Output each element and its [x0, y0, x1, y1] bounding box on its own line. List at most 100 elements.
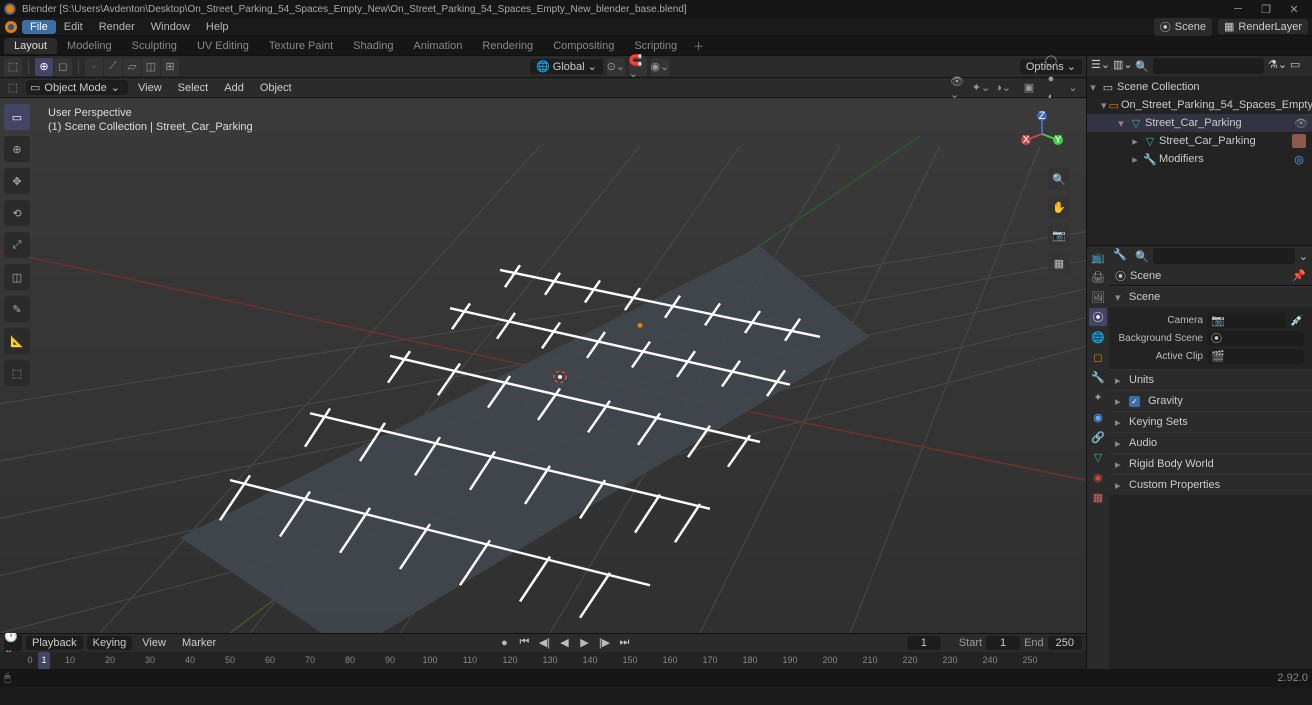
panel-scene[interactable]: ▾Scene	[1109, 287, 1312, 307]
shading-wireframe[interactable]: ◯	[1042, 52, 1060, 70]
gizmo-toggle[interactable]: ✦⌄	[972, 79, 990, 97]
prop-tab-texture[interactable]: ▦	[1089, 488, 1107, 506]
props-options-icon[interactable]: ⌄	[1299, 250, 1308, 263]
prop-tab-output[interactable]: 🖨	[1089, 268, 1107, 286]
editor-type-3dview[interactable]: ⬚	[4, 58, 22, 76]
workspace-rendering[interactable]: Rendering	[472, 38, 543, 54]
panel-audio[interactable]: ▸Audio	[1109, 433, 1312, 453]
close-button[interactable]: ✕	[1280, 0, 1308, 18]
prop-tab-particles[interactable]: ✦	[1089, 388, 1107, 406]
viewlayer-selector[interactable]: ▦ RenderLayer	[1218, 19, 1308, 34]
prop-tab-world[interactable]: 🌐	[1089, 328, 1107, 346]
object-menu[interactable]: Object	[254, 81, 298, 95]
mode-selector[interactable]: ▭ Object Mode ⌄	[26, 80, 128, 95]
breadcrumb-scene[interactable]: Scene	[1130, 270, 1161, 282]
workspace-add[interactable]: ＋	[687, 36, 710, 56]
add-cube-tool[interactable]: ⬚	[4, 360, 30, 386]
workspace-animation[interactable]: Animation	[404, 38, 473, 54]
add-menu[interactable]: Add	[218, 81, 250, 95]
play-reverse-icon[interactable]: ◀	[557, 635, 573, 651]
prop-tab-physics[interactable]: ◉	[1089, 408, 1107, 426]
maximize-button[interactable]: ❐	[1252, 0, 1280, 18]
outliner-scene-collection[interactable]: ▾▭ Scene Collection	[1087, 78, 1312, 96]
xray-toggle[interactable]: ▣	[1020, 79, 1038, 97]
end-frame[interactable]: 250	[1048, 636, 1082, 650]
prop-tab-viewlayer[interactable]: 🖼	[1089, 288, 1107, 306]
annotate-tool[interactable]: ✎	[4, 296, 30, 322]
snap-increment-icon[interactable]: ⊞	[161, 58, 179, 76]
workspace-layout[interactable]: Layout	[4, 38, 57, 54]
panel-keying[interactable]: ▸Keying Sets	[1109, 412, 1312, 432]
prop-tab-data[interactable]: ▽	[1089, 448, 1107, 466]
snap-toggle[interactable]: 🧲⌄	[629, 58, 647, 76]
bgscene-field[interactable]: ⦿	[1207, 331, 1304, 346]
keyframe-prev-icon[interactable]: ◀|	[537, 635, 553, 651]
autokey-toggle[interactable]: ●	[497, 635, 513, 651]
nav-gizmo[interactable]: X Y Z	[1014, 106, 1070, 162]
start-frame[interactable]: 1	[986, 636, 1020, 650]
menu-file[interactable]: File	[22, 20, 56, 34]
workspace-uv[interactable]: UV Editing	[187, 38, 259, 54]
workspace-sculpting[interactable]: Sculpting	[122, 38, 187, 54]
props-search[interactable]	[1153, 248, 1295, 264]
menu-edit[interactable]: Edit	[56, 20, 91, 34]
cursor-tool-icon[interactable]: ⊕	[35, 58, 53, 76]
pin-icon[interactable]: 📌	[1292, 269, 1306, 282]
snap-edge-icon[interactable]: ⟋	[104, 58, 122, 76]
outliner-display-mode[interactable]: ▥⌄	[1113, 58, 1131, 74]
prop-tab-render[interactable]: 📺	[1089, 248, 1107, 266]
transform-orientation[interactable]: 🌐 Global ⌄	[530, 59, 603, 74]
timeline-playback-menu[interactable]: Playback	[26, 636, 83, 650]
outliner-item[interactable]: ▸▽ Street_Car_Parking	[1087, 132, 1312, 150]
transform-tool[interactable]: ◫	[4, 264, 30, 290]
pan-icon[interactable]: ✋	[1048, 196, 1070, 218]
cursor-tool[interactable]: ⊕	[4, 136, 30, 162]
persp-ortho-icon[interactable]: ▦	[1048, 252, 1070, 274]
panel-custom[interactable]: ▸Custom Properties	[1109, 475, 1312, 495]
jump-start-icon[interactable]: ⏮	[517, 635, 533, 651]
snap-volume-icon[interactable]: ◫	[142, 58, 160, 76]
new-collection-icon[interactable]: ▭	[1290, 58, 1308, 74]
viewport-3d[interactable]: ▭ ⊕ ✥ ⟲ ⤢ ◫ ✎ 📐 ⬚ User Perspective (1) S…	[0, 98, 1086, 633]
measure-tool[interactable]: 📐	[4, 328, 30, 354]
minimize-button[interactable]: ─	[1224, 0, 1252, 18]
prop-tab-scene[interactable]: ⦿	[1089, 308, 1107, 326]
prop-tab-modifier[interactable]: 🔧	[1089, 368, 1107, 386]
menu-window[interactable]: Window	[143, 20, 198, 34]
menu-help[interactable]: Help	[198, 20, 237, 34]
view-menu[interactable]: View	[132, 81, 168, 95]
props-editor-icon[interactable]: 🔧⌄	[1113, 248, 1131, 264]
workspace-compositing[interactable]: Compositing	[543, 38, 624, 54]
overlay-toggle[interactable]: ◑⌄	[994, 79, 1012, 97]
filter-icon[interactable]: ⚗⌄	[1268, 58, 1286, 74]
snap-vertex-icon[interactable]: ∙	[85, 58, 103, 76]
keyframe-next-icon[interactable]: |▶	[597, 635, 613, 651]
workspace-modeling[interactable]: Modeling	[57, 38, 122, 54]
timeline-keying-menu[interactable]: Keying	[87, 636, 133, 650]
outliner-item[interactable]: ▾▽ Street_Car_Parking 👁	[1087, 114, 1312, 132]
camera-field[interactable]: 📷	[1207, 313, 1286, 328]
material-icon[interactable]	[1292, 134, 1306, 148]
jump-end-icon[interactable]: ⏭	[617, 635, 633, 651]
rotate-tool[interactable]: ⟲	[4, 200, 30, 226]
snap-face-icon[interactable]: ▱	[123, 58, 141, 76]
current-frame[interactable]: 1	[907, 636, 941, 650]
workspace-scripting[interactable]: Scripting	[624, 38, 687, 54]
prop-tab-object[interactable]: ◻	[1089, 348, 1107, 366]
camera-view-icon[interactable]: 📷	[1048, 224, 1070, 246]
timeline-cursor[interactable]: 1	[38, 652, 50, 670]
gravity-checkbox[interactable]: ✓	[1129, 396, 1140, 407]
timeline-editor-icon[interactable]: 🕐⌄	[4, 635, 22, 651]
timeline-view-menu[interactable]: View	[136, 636, 172, 650]
outliner-item[interactable]: ▾▭ On_Street_Parking_54_Spaces_Empty_New…	[1087, 96, 1312, 114]
workspace-texture[interactable]: Texture Paint	[259, 38, 343, 54]
select-tool[interactable]: ▭	[4, 104, 30, 130]
panel-gravity[interactable]: ▸✓Gravity	[1109, 391, 1312, 411]
shading-dropdown[interactable]: ⌄	[1064, 79, 1082, 97]
clip-field[interactable]: 🎬	[1207, 349, 1304, 364]
visibility-dropdown[interactable]: 👁⌄	[950, 79, 968, 97]
panel-units[interactable]: ▸Units	[1109, 370, 1312, 390]
outliner-search[interactable]	[1153, 58, 1264, 74]
panel-rigid[interactable]: ▸Rigid Body World	[1109, 454, 1312, 474]
editor-type[interactable]: ⬚	[4, 79, 22, 97]
